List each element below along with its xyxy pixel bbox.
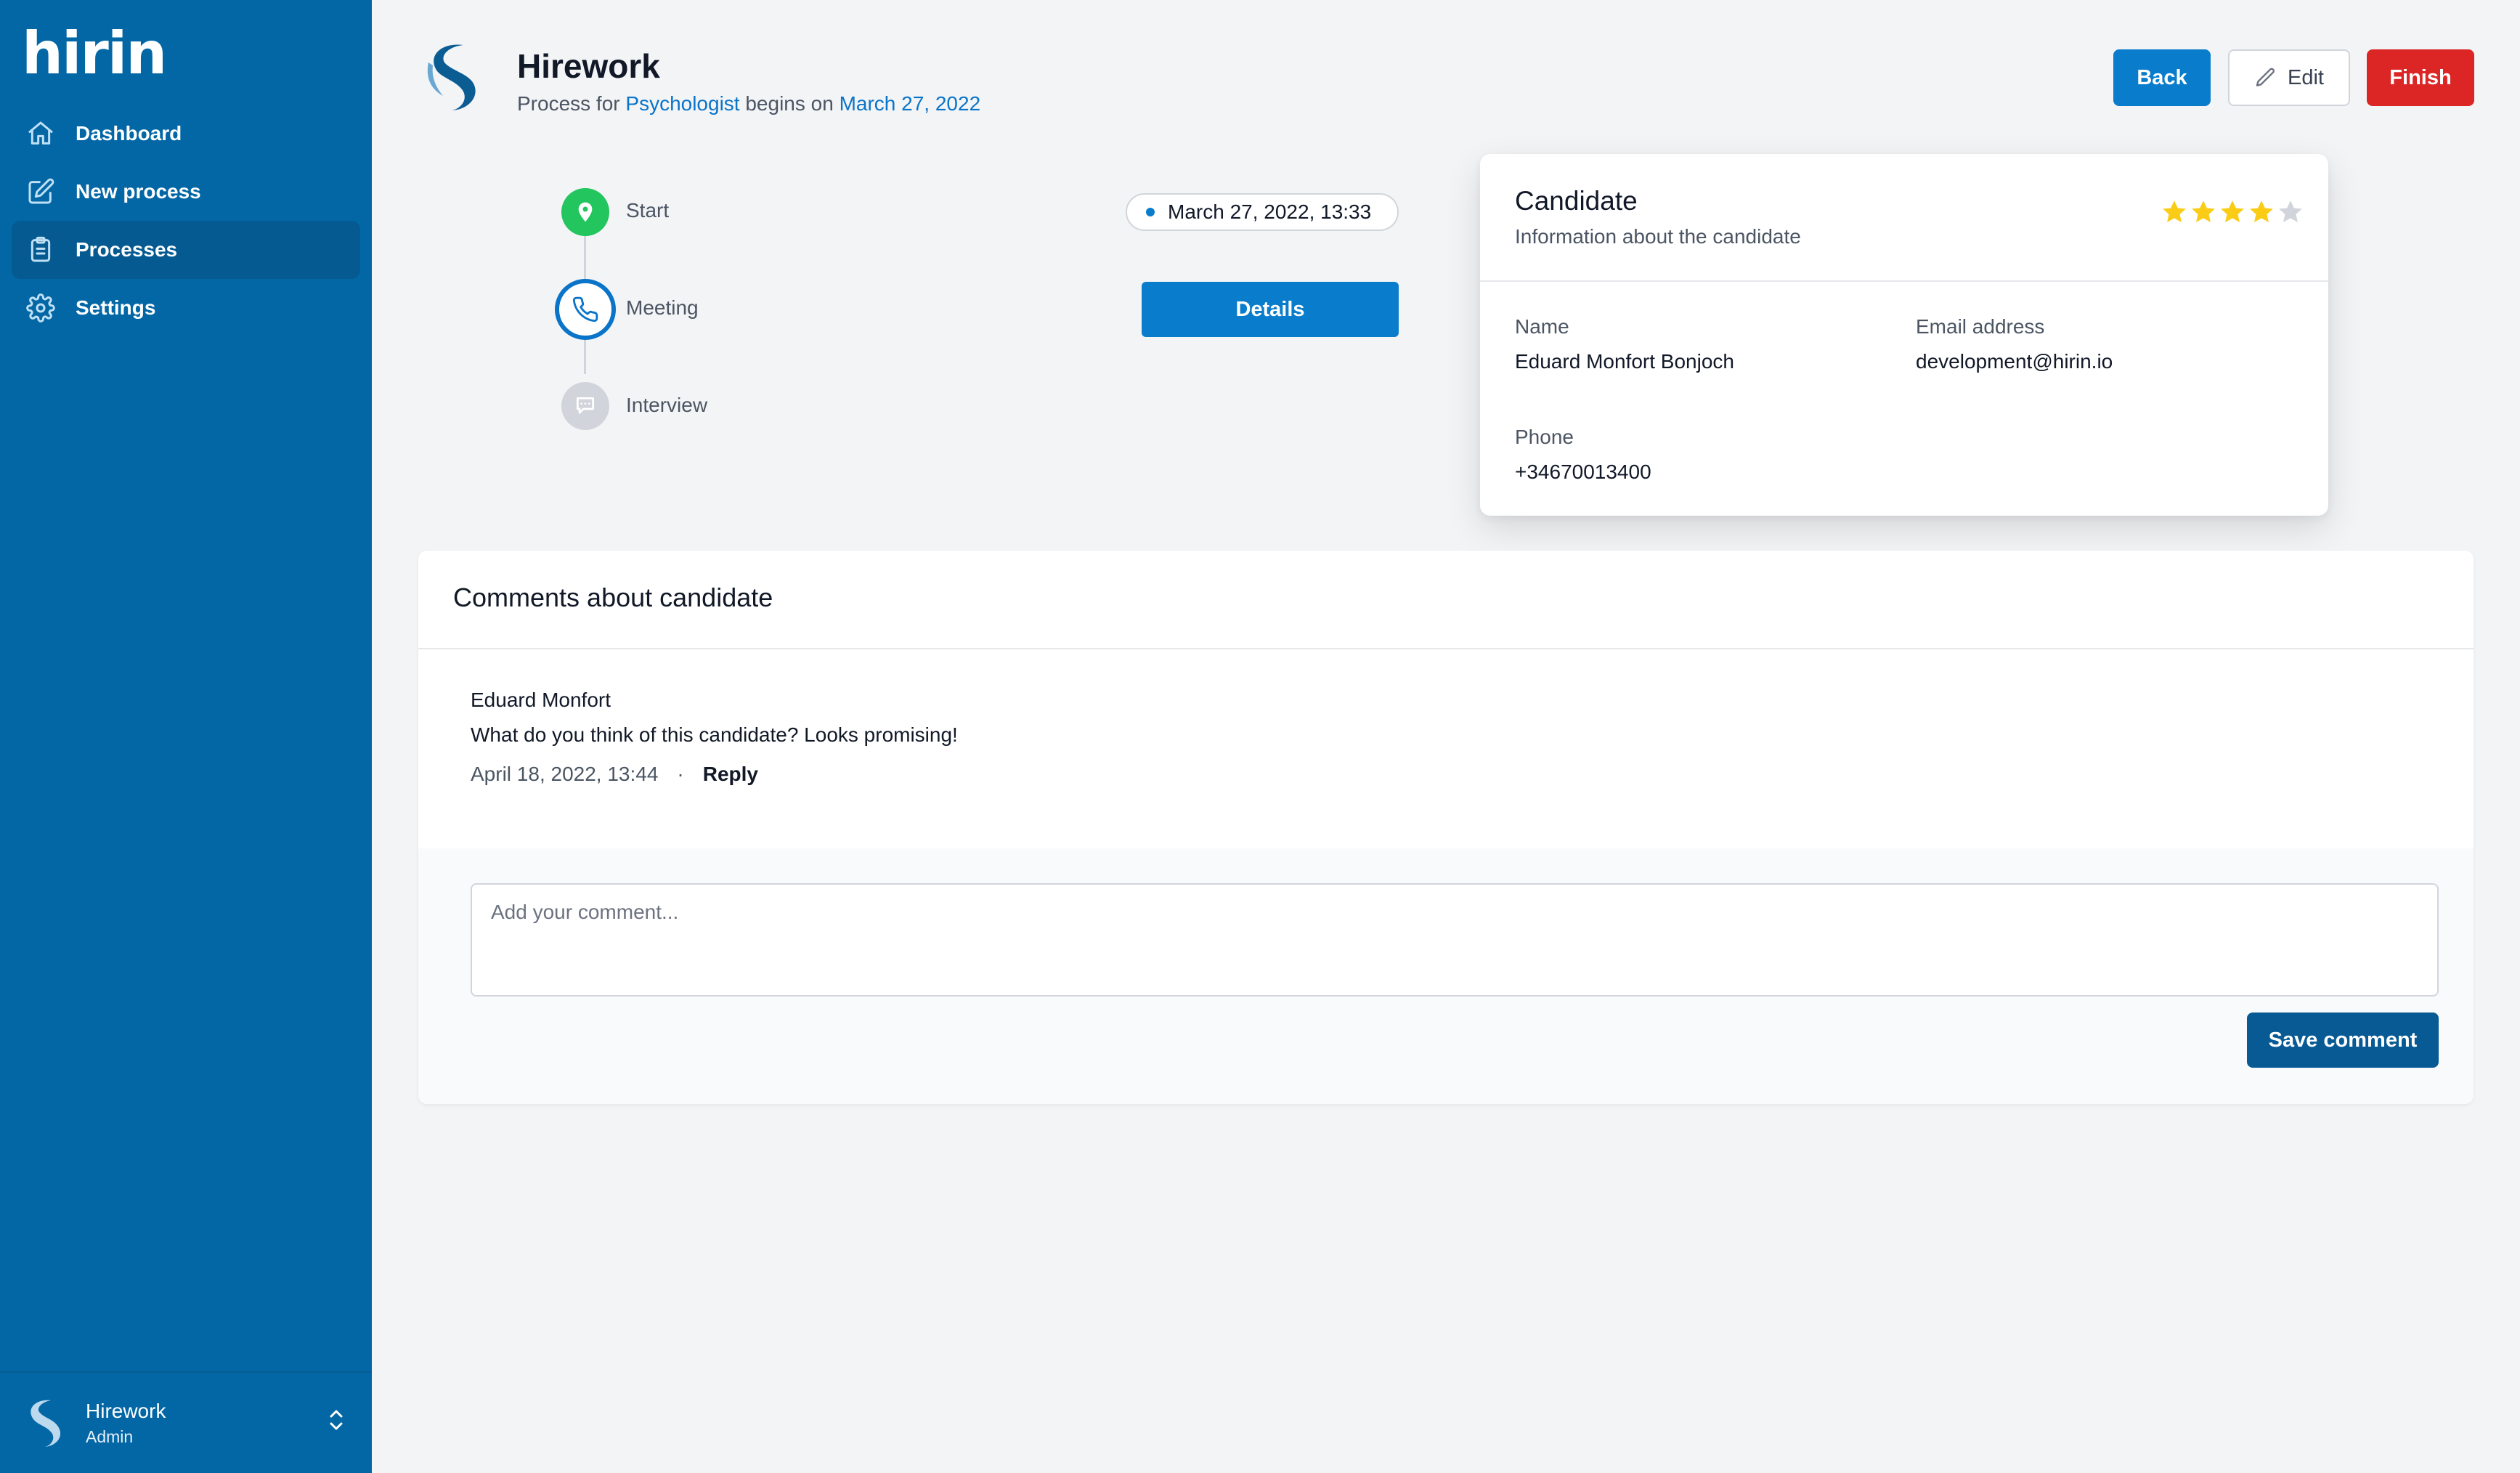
subtitle-prefix: Process for <box>517 92 626 115</box>
sidebar-item-label: Settings <box>76 296 156 319</box>
divider <box>418 648 2474 649</box>
company-logo-icon <box>31 1400 61 1447</box>
comments-card: Comments about candidate Eduard Monfort … <box>418 551 2474 1104</box>
home-icon <box>12 119 70 148</box>
star-icon[interactable] <box>2160 198 2189 227</box>
star-icon[interactable] <box>2218 198 2247 227</box>
account-info: Hirework Admin <box>86 1400 166 1447</box>
chat-bubble-icon <box>577 397 594 414</box>
rating-stars[interactable] <box>2160 198 2305 227</box>
comment-form: Save comment <box>418 848 2474 1104</box>
finish-button[interactable]: Finish <box>2367 49 2474 106</box>
sidebar: hirin Dashboard New process Processes Se… <box>0 0 372 1473</box>
location-pin-icon <box>578 202 593 222</box>
subtitle-mid: begins on <box>739 92 840 115</box>
account-role: Admin <box>86 1427 134 1446</box>
chevron-up-down-icon <box>330 1410 343 1430</box>
candidate-email[interactable]: development@hirin.io <box>1916 350 2113 373</box>
details-button[interactable]: Details <box>1142 282 1399 337</box>
comment-meta: April 18, 2022, 13:44 · Reply <box>471 763 758 786</box>
comment-text: What do you think of this candidate? Loo… <box>471 723 958 746</box>
edit-button-label: Edit <box>2288 65 2324 89</box>
sidebar-item-label: New process <box>76 180 201 203</box>
timeline-step-interview <box>561 382 609 430</box>
timeline-label-meeting: Meeting <box>626 296 699 319</box>
comment-date: April 18, 2022, 13:44 <box>471 763 659 785</box>
candidate-name: Eduard Monfort Bonjoch <box>1515 350 1734 373</box>
candidate-card-title: Candidate <box>1515 186 1638 216</box>
account-name: Hirework <box>86 1399 166 1422</box>
star-icon[interactable] <box>2189 198 2218 227</box>
app-logo[interactable]: hirin <box>22 25 167 83</box>
comment-input[interactable] <box>471 883 2439 997</box>
page-title: Hirework <box>517 47 660 85</box>
start-date-link[interactable]: March 27, 2022 <box>840 92 981 115</box>
sidebar-item-settings[interactable]: Settings <box>12 279 360 337</box>
company-logo <box>427 44 476 110</box>
start-timestamp-badge: March 27, 2022, 13:33 <box>1126 193 1399 231</box>
candidate-card-subtitle: Information about the candidate <box>1515 225 1801 248</box>
pencil-icon <box>2254 66 2277 89</box>
page-subtitle: Process for Psychologist begins on March… <box>517 92 980 115</box>
back-button[interactable]: Back <box>2113 49 2211 106</box>
sidebar-item-label: Dashboard <box>76 122 182 145</box>
clipboard-icon <box>12 235 70 264</box>
divider <box>1480 280 2328 282</box>
timeline-label-start: Start <box>626 199 670 222</box>
timeline-step-meeting[interactable] <box>555 279 616 340</box>
candidate-phone[interactable]: +34670013400 <box>1515 460 1651 484</box>
account-switcher[interactable]: Hirework Admin <box>0 1371 372 1473</box>
star-empty-icon[interactable] <box>2276 198 2305 227</box>
edit-button[interactable]: Edit <box>2228 49 2350 106</box>
phone-icon <box>572 296 598 322</box>
phone-label: Phone <box>1515 426 1574 448</box>
sidebar-item-new-process[interactable]: New process <box>12 163 360 221</box>
candidate-card: Candidate Information about the candidat… <box>1480 154 2328 516</box>
comments-title: Comments about candidate <box>453 583 773 612</box>
start-timestamp: March 27, 2022, 13:33 <box>1168 200 1372 223</box>
save-comment-button[interactable]: Save comment <box>2247 1013 2439 1068</box>
timeline-step-start <box>561 188 609 236</box>
star-icon[interactable] <box>2247 198 2276 227</box>
reply-link[interactable]: Reply <box>703 763 758 786</box>
sidebar-item-label: Processes <box>76 238 178 261</box>
timeline-label-interview: Interview <box>626 394 708 416</box>
status-dot-icon <box>1146 208 1155 216</box>
comment-author: Eduard Monfort <box>471 689 611 711</box>
edit-icon <box>12 177 70 206</box>
sidebar-item-processes[interactable]: Processes <box>12 221 360 279</box>
sidebar-item-dashboard[interactable]: Dashboard <box>12 105 360 163</box>
email-label: Email address <box>1916 315 2045 338</box>
gear-icon <box>12 293 70 322</box>
position-link[interactable]: Psychologist <box>625 92 739 115</box>
name-label: Name <box>1515 315 1569 338</box>
meta-separator: · <box>677 763 684 785</box>
